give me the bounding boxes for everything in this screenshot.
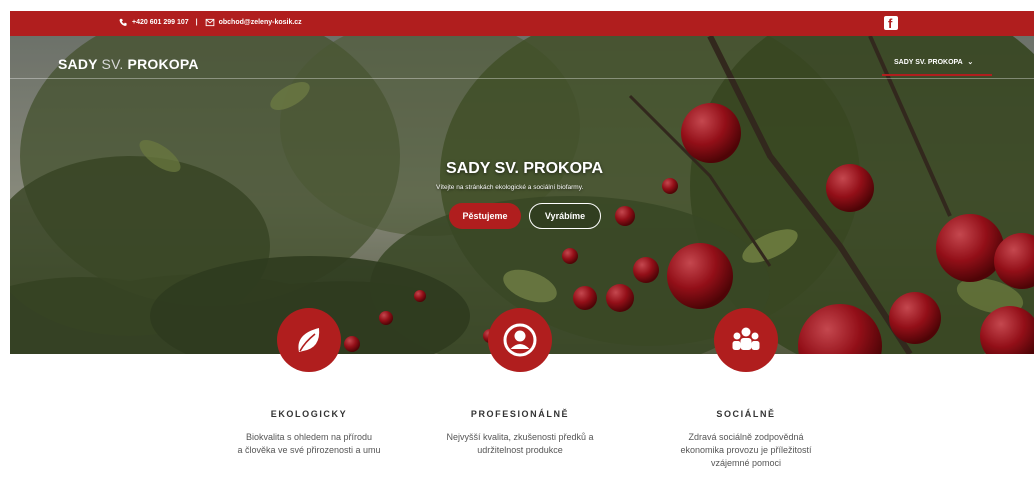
contact-info: +420 601 299 107 | obchod@zeleny-kosik.c… <box>118 18 302 27</box>
contact-separator: | <box>195 19 198 26</box>
produce-button[interactable]: Vyrábíme <box>529 203 601 229</box>
hero-title: SADY SV. PROKOPA <box>446 160 604 177</box>
feature-description-line: vzájemné pomoci <box>710 458 782 468</box>
feature-description: Zdravá sociálně zodpovědná ekonomika pro… <box>646 431 846 470</box>
phone-icon <box>119 18 127 26</box>
site-logo[interactable]: SADY SV. PROKOPA <box>58 56 199 72</box>
nav-menu-label: SADY SV. PROKOPA <box>894 59 963 66</box>
feature-description-line: Nejvyšší kvalita, zkušenosti předků a <box>446 432 594 442</box>
main-navbar: SADY SV. PROKOPA SADY SV. PROKOPA ⌄ <box>10 36 1034 78</box>
logo-part-sady: SADY <box>58 56 98 72</box>
feature-title: PROFESIONÁLNĚ <box>470 409 570 419</box>
grow-button[interactable]: Pěstujeme <box>449 203 521 229</box>
user-circle-icon <box>488 308 552 372</box>
leaf-icon <box>277 308 341 372</box>
email-link[interactable]: obchod@zeleny-kosik.cz <box>219 19 302 26</box>
page: +420 601 299 107 | obchod@zeleny-kosik.c… <box>10 11 1034 489</box>
feature-title: EKOLOGICKY <box>270 409 348 419</box>
feature-description-line: Zdravá sociálně zodpovědná <box>688 432 804 442</box>
hero-subtitle: Vítejte na stránkách ekologické a sociál… <box>436 184 584 191</box>
logo-part-sv: SV. <box>101 56 124 72</box>
feature-title: SOCIÁLNĚ <box>716 409 776 419</box>
hero-section: SADY SV. PROKOPA SADY SV. PROKOPA ⌄ SADY… <box>10 36 1034 354</box>
group-icon <box>714 308 778 372</box>
phone-number[interactable]: +420 601 299 107 <box>132 19 189 26</box>
chevron-down-icon: ⌄ <box>967 59 974 66</box>
facebook-icon[interactable]: f <box>884 16 898 31</box>
feature-description: Biokvalita s ohledem na přírodu a člověk… <box>209 431 409 457</box>
logo-part-prokopa: PROKOPA <box>127 56 199 72</box>
feature-description-line: a člověka ve své přirozenosti a umu <box>237 445 381 455</box>
feature-description-line: Biokvalita s ohledem na přírodu <box>245 432 373 442</box>
feature-description-line: ekonomika provozu je příležitostí <box>680 445 812 455</box>
nav-active-underline <box>882 74 992 76</box>
contact-bar: +420 601 299 107 | obchod@zeleny-kosik.c… <box>10 11 1034 36</box>
feature-description-line: udržitelnost produkce <box>477 445 563 455</box>
navbar-divider <box>10 78 1034 79</box>
hero-background-image <box>10 36 1034 354</box>
mail-icon <box>205 18 214 27</box>
nav-menu-item-sady[interactable]: SADY SV. PROKOPA ⌄ <box>894 58 973 66</box>
feature-description: Nejvyšší kvalita, zkušenosti předků a ud… <box>420 431 620 457</box>
